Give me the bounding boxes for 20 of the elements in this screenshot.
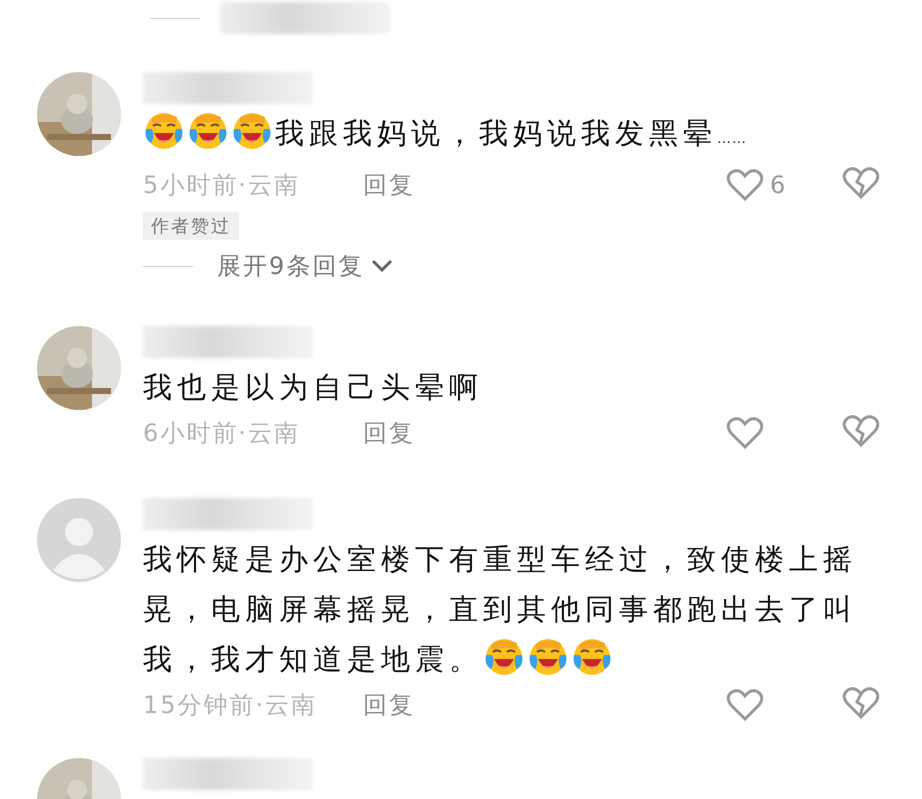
broken-heart-icon[interactable] xyxy=(842,686,880,720)
default-avatar-icon xyxy=(37,498,121,582)
author-liked-badge: 作者赞过 xyxy=(143,212,239,240)
heart-icon[interactable] xyxy=(726,416,764,450)
reply-link[interactable]: 回复 xyxy=(363,169,415,201)
comment-text: 我跟我妈说，我妈说我发黑晕…… xyxy=(143,108,863,164)
time-location: 5小时前·云南 xyxy=(143,170,301,201)
time-location: 15分钟前·云南 xyxy=(143,690,318,721)
broken-heart-icon[interactable] xyxy=(842,166,880,200)
reply-link[interactable]: 回复 xyxy=(363,417,415,449)
like-count: 6 xyxy=(770,171,786,199)
time-location: 6小时前·云南 xyxy=(143,418,301,449)
reply-link[interactable]: 回复 xyxy=(363,689,415,721)
comment-text: 我也是以为自己头晕啊 xyxy=(143,369,484,406)
expand-replies-button[interactable]: 展开9条回复 xyxy=(217,250,394,282)
comment-text: 我怀疑是办公室楼下有重型车经过，致使楼上摇晃，电脑屏幕摇晃，直到其他同事都跑出去了叫我，我才知道是地震。 xyxy=(143,541,858,679)
heart-icon[interactable] xyxy=(726,688,764,722)
chevron-down-icon xyxy=(370,258,394,274)
broken-heart-icon[interactable] xyxy=(842,414,880,448)
heart-icon[interactable] xyxy=(726,168,764,202)
